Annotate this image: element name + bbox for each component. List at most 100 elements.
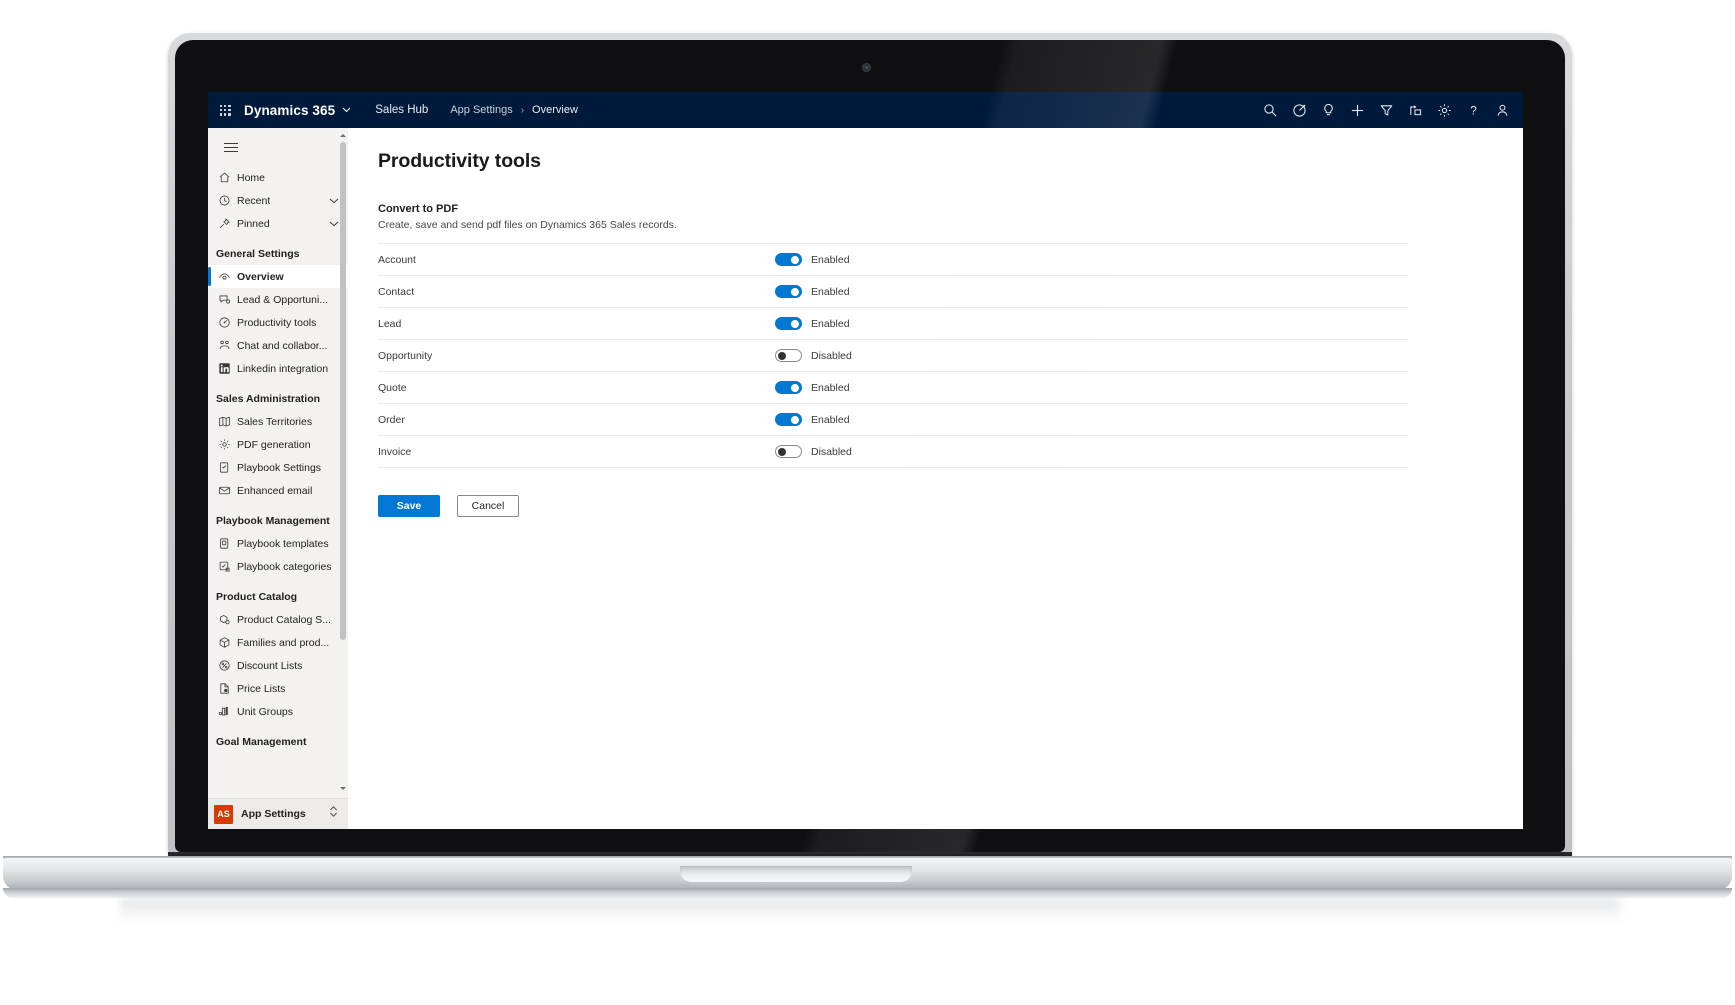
sidebar-item-label: Overview — [237, 270, 284, 283]
product-catalog-icon — [214, 612, 234, 628]
toggle-invoice[interactable]: Disabled — [775, 445, 852, 458]
sidebar-item-playbook-settings[interactable]: Playbook Settings — [208, 456, 348, 479]
sidebar-item-label: Sales Territories — [237, 415, 313, 428]
plus-icon[interactable] — [1343, 92, 1372, 128]
lightbulb-icon[interactable] — [1314, 92, 1343, 128]
toggle-opportunity[interactable]: Disabled — [775, 349, 852, 362]
sidebar-item-label: Lead & Opportuni... — [237, 293, 329, 306]
sidebar-item-chat-collaboration[interactable]: Chat and collabor... — [208, 334, 348, 357]
sidebar-item-discount-lists[interactable]: Discount Lists — [208, 654, 348, 677]
gear-icon[interactable] — [1430, 92, 1459, 128]
scroll-down-arrow-icon[interactable] — [339, 785, 346, 792]
sidebar-item-unit-groups[interactable]: Unit Groups — [208, 700, 348, 723]
sidebar-item-productivity-tools[interactable]: Productivity tools — [208, 311, 348, 334]
breadcrumb-overview[interactable]: Overview — [532, 104, 578, 116]
toggle-lead[interactable]: Enabled — [775, 317, 850, 330]
toggle-state-label: Enabled — [811, 413, 850, 426]
chevron-down-icon[interactable] — [329, 198, 339, 204]
up-down-chevron-icon[interactable] — [329, 805, 338, 823]
user-avatar-icon[interactable] — [1488, 92, 1517, 128]
page-title: Productivity tools — [378, 150, 541, 172]
sidebar-item-lead-opportunity[interactable]: Lead & Opportuni... — [208, 288, 348, 311]
sidebar-item-overview[interactable]: Overview — [208, 265, 348, 288]
sidebar-item-families-and-products[interactable]: Families and prod... — [208, 631, 348, 654]
setting-row-opportunity: Opportunity Disabled — [378, 340, 1408, 372]
app-switcher[interactable]: AS App Settings — [208, 798, 348, 829]
toggle-order[interactable]: Enabled — [775, 413, 850, 426]
sidebar-item-label: Playbook categories — [237, 560, 332, 573]
hamburger-menu-icon[interactable] — [214, 132, 248, 162]
sidebar-item-sales-territories[interactable]: Sales Territories — [208, 410, 348, 433]
setting-row-contact: Contact Enabled — [378, 276, 1408, 308]
app-switcher-label: App Settings — [241, 808, 306, 820]
help-icon[interactable]: ? — [1459, 92, 1488, 128]
settings-list: Account Enabled Contact Enabled Lead Ena… — [378, 243, 1493, 468]
gear-icon — [214, 437, 234, 453]
sidebar-scrollbar-thumb[interactable] — [339, 142, 346, 640]
toggle-quote[interactable]: Enabled — [775, 381, 850, 394]
save-button[interactable]: Save — [378, 495, 440, 517]
sidebar-item-playbook-categories[interactable]: Playbook categories — [208, 555, 348, 578]
toggle-state-label: Disabled — [811, 349, 852, 362]
setting-label: Invoice — [378, 445, 412, 458]
sidebar-item-home[interactable]: Home — [208, 166, 348, 189]
sidebar-item-price-lists[interactable]: Price Lists — [208, 677, 348, 700]
search-icon[interactable] — [1256, 92, 1285, 128]
setting-label: Account — [378, 253, 416, 266]
chevron-down-icon[interactable] — [329, 221, 339, 227]
app-launcher-waffle-icon[interactable] — [208, 92, 242, 128]
chat-collaboration-icon — [214, 338, 234, 354]
app-name-sales-hub[interactable]: Sales Hub — [375, 104, 428, 116]
assistant-icon[interactable] — [1285, 92, 1314, 128]
sidebar-item-label: Linkedin integration — [237, 362, 329, 375]
setting-label: Quote — [378, 381, 407, 394]
toggle-contact[interactable]: Enabled — [775, 285, 850, 298]
sidebar-item-label: Playbook templates — [237, 537, 329, 550]
setting-label: Contact — [378, 285, 415, 298]
sidebar-item-label: Families and prod... — [237, 636, 330, 649]
playbook-settings-icon — [214, 460, 234, 476]
sidebar-group-sales-administration: Sales Administration — [216, 393, 321, 405]
sidebar-group-general-settings: General Settings — [216, 248, 300, 260]
setting-row-quote: Quote Enabled — [378, 372, 1408, 404]
sidebar-item-recent[interactable]: Recent — [208, 189, 348, 212]
envelope-icon — [214, 483, 234, 499]
setting-label: Lead — [378, 317, 402, 330]
scroll-up-arrow-icon[interactable] — [339, 132, 346, 139]
pin-icon — [214, 216, 234, 232]
sidebar-item-pdf-generation[interactable]: PDF generation — [208, 433, 348, 456]
toggle-switch[interactable] — [775, 445, 802, 458]
toggle-switch[interactable] — [775, 349, 802, 362]
sidebar-item-playbook-templates[interactable]: Playbook templates — [208, 532, 348, 555]
toggle-switch[interactable] — [775, 317, 802, 330]
cancel-button[interactable]: Cancel — [457, 495, 519, 517]
sidebar-item-label: Home — [237, 171, 266, 184]
setting-row-account: Account Enabled — [378, 243, 1408, 276]
toggle-switch[interactable] — [775, 381, 802, 394]
screenshot-stage: Dynamics 365 Sales Hub App Settings › Ov… — [0, 0, 1735, 1005]
sidebar-scrollbar[interactable] — [339, 132, 346, 792]
sidebar-item-pinned[interactable]: Pinned — [208, 212, 348, 235]
sidebar-item-product-catalog-settings[interactable]: Product Catalog S... — [208, 608, 348, 631]
lead-opportunity-icon — [214, 292, 234, 308]
sidebar-item-label: Enhanced email — [237, 484, 313, 497]
laptop-base-notch — [680, 866, 912, 882]
sidebar-item-label: Product Catalog S... — [237, 613, 331, 626]
brand-dynamics365[interactable]: Dynamics 365 — [244, 103, 351, 118]
laptop-base-bottom — [3, 888, 1732, 898]
toggle-switch[interactable] — [775, 285, 802, 298]
box-icon — [214, 635, 234, 651]
playbook-category-icon — [214, 559, 234, 575]
filter-icon[interactable] — [1372, 92, 1401, 128]
toggle-account[interactable]: Enabled — [775, 253, 850, 266]
home-icon — [214, 170, 234, 186]
setting-label: Opportunity — [378, 349, 433, 362]
toggle-switch[interactable] — [775, 413, 802, 426]
svg-text:?: ? — [1470, 104, 1477, 117]
breadcrumb-app-settings[interactable]: App Settings — [450, 104, 512, 116]
flow-icon[interactable] — [1401, 92, 1430, 128]
toggle-switch[interactable] — [775, 253, 802, 266]
sidebar-item-linkedin-integration[interactable]: Linkedin integration — [208, 357, 348, 380]
sidebar-item-enhanced-email[interactable]: Enhanced email — [208, 479, 348, 502]
sidebar-item-label: Pinned — [237, 217, 270, 230]
